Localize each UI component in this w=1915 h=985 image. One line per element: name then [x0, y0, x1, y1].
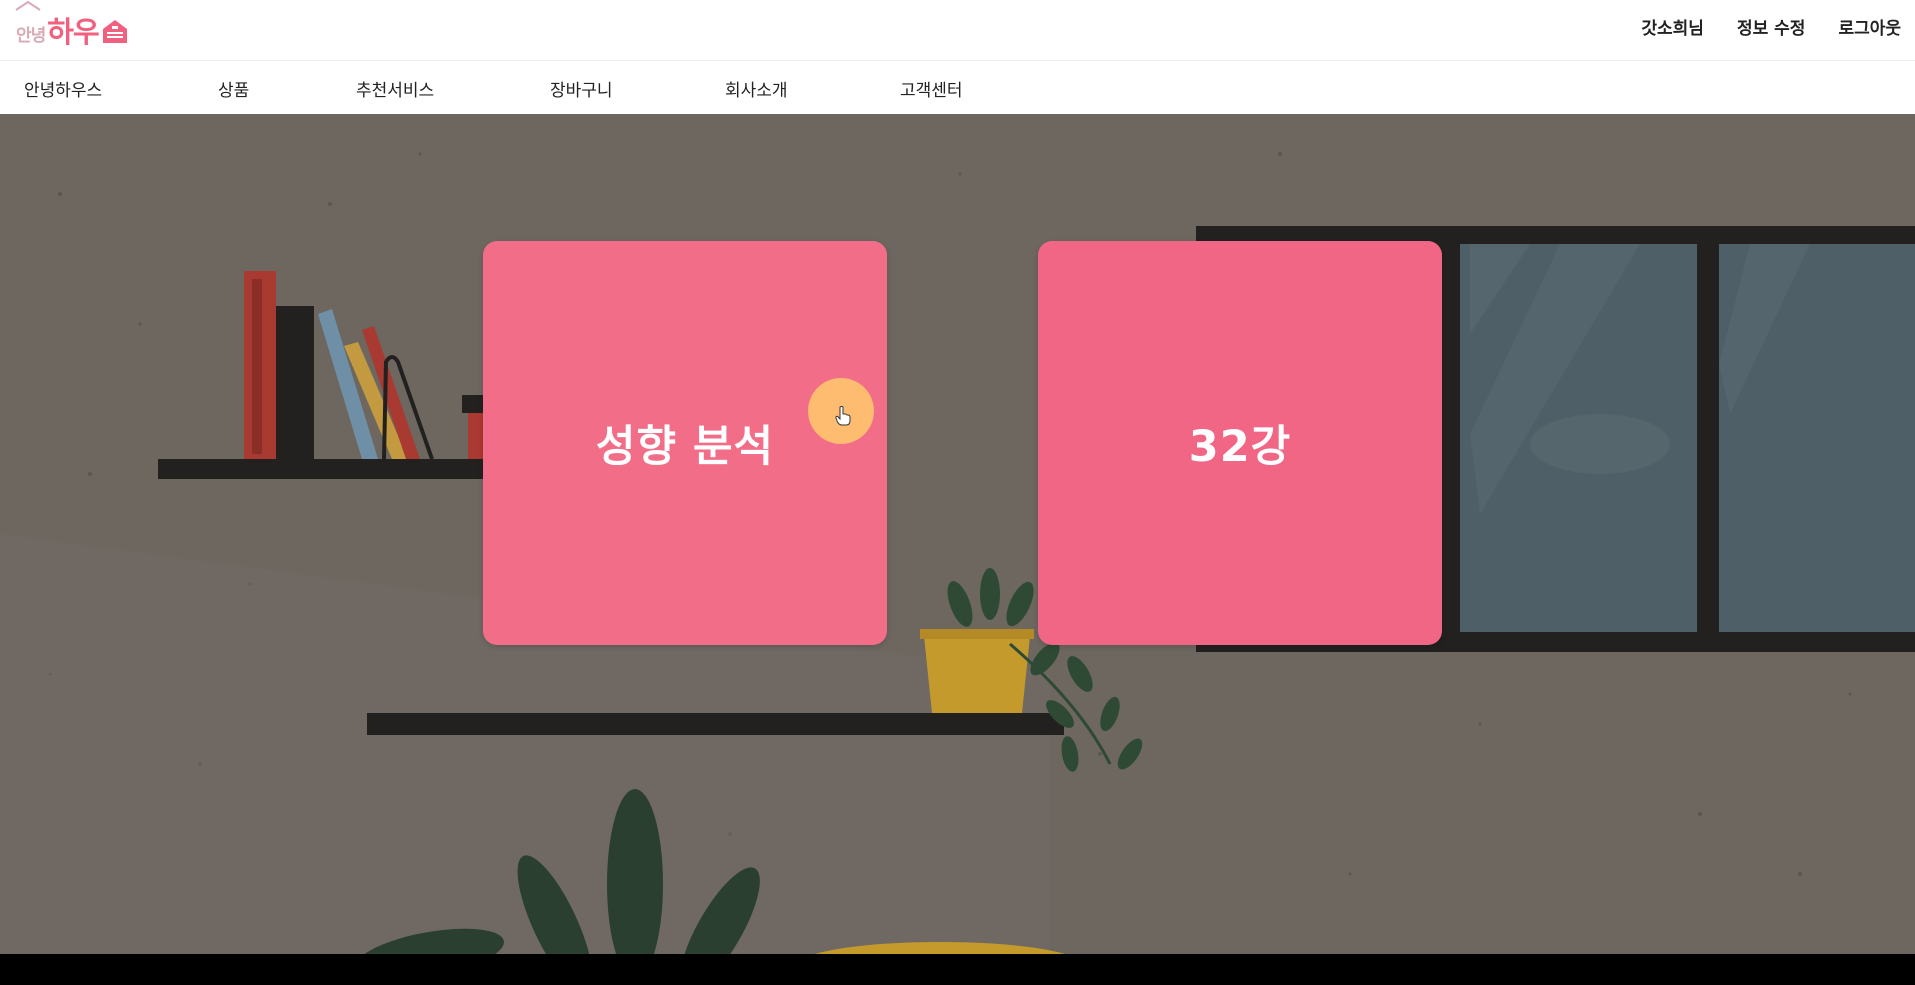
nav-item-company[interactable]: 회사소개 — [725, 76, 788, 101]
site-logo[interactable]: 안녕 하우 — [15, 1, 129, 50]
top-bar: 안녕 하우 갓소희님 정보 수정 로그아웃 — [0, 0, 1915, 61]
personality-analysis-label: 성향 분석 — [595, 422, 775, 472]
personality-analysis-card[interactable]: 성향 분석 — [483, 241, 887, 645]
nav-item-cart[interactable]: 장바구니 — [550, 76, 613, 101]
username-link[interactable]: 갓소희님 — [1641, 14, 1704, 39]
logo-big-text: 하우 — [47, 15, 99, 49]
nav-item-support[interactable]: 고객센터 — [900, 76, 963, 101]
page: 안녕 하우 갓소희님 정보 수정 로그아웃 안녕하우스 상품 추천서비스 장바구… — [0, 0, 1915, 985]
nav-item-annyeong-house[interactable]: 안녕하우스 — [24, 76, 102, 101]
hero-banner: 성향 분석 32강 — [0, 114, 1915, 954]
worldcup-32-card[interactable]: 32강 — [1038, 241, 1442, 645]
room-illustration — [0, 152, 1915, 954]
logout-link[interactable]: 로그아웃 — [1838, 14, 1901, 39]
nav-item-products[interactable]: 상품 — [218, 76, 249, 101]
edit-profile-link[interactable]: 정보 수정 — [1737, 14, 1805, 39]
worldcup-32-label: 32강 — [1188, 422, 1292, 472]
bottom-band — [0, 954, 1915, 985]
nav-item-recommend[interactable]: 추천서비스 — [356, 76, 434, 101]
logo-small-text: 안녕 — [16, 25, 46, 46]
house-icon — [102, 20, 127, 43]
main-nav: 안녕하우스 상품 추천서비스 장바구니 회사소개 고객센터 — [0, 61, 1915, 114]
logo-roof-icon — [15, 1, 41, 11]
user-nav: 갓소희님 정보 수정 로그아웃 — [1641, 0, 1901, 52]
